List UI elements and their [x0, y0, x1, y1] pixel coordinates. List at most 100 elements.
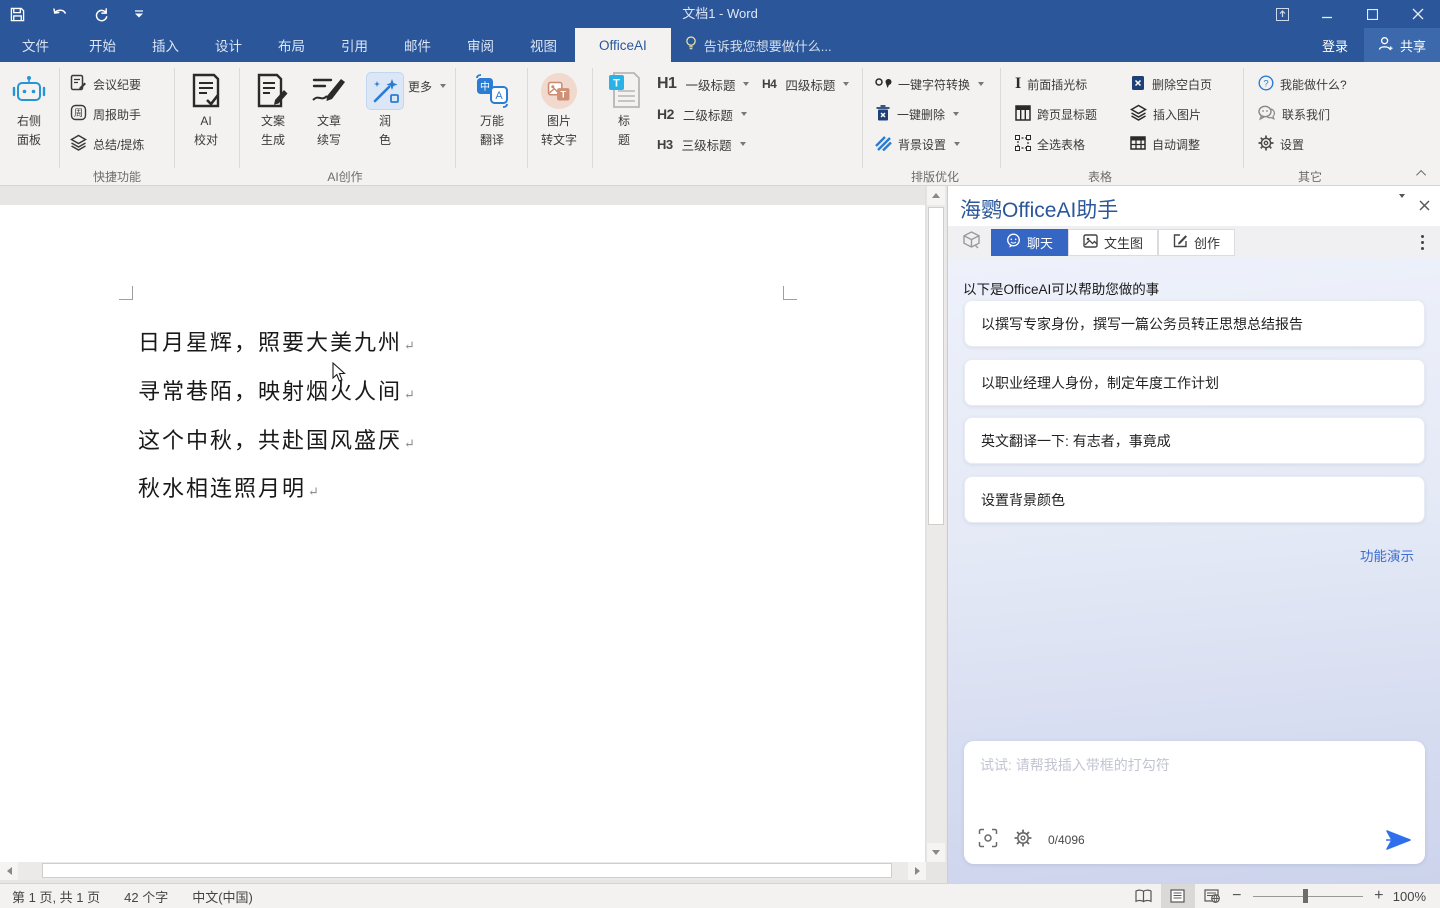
polish-button[interactable]: 润 色 [357, 66, 413, 162]
page-corner-mark [783, 286, 797, 300]
mouse-cursor [332, 362, 346, 388]
maximize-icon[interactable] [1350, 0, 1395, 28]
image-to-text-button[interactable]: T 图片 转文字 [529, 66, 589, 162]
background-settings-button[interactable]: 背景设置 [875, 132, 960, 156]
chat-input[interactable] [964, 741, 1425, 819]
document-line[interactable]: 秋水相连照月明↵ [138, 471, 319, 503]
zoom-percentage[interactable]: 100% [1387, 889, 1440, 904]
read-mode-button[interactable] [1127, 884, 1161, 908]
kebab-menu-icon[interactable] [1421, 235, 1424, 250]
tab-layout[interactable]: 布局 [260, 28, 323, 62]
dropdown-caret-icon [954, 142, 960, 146]
char-convert-button[interactable]: 一键字符转换 [875, 72, 984, 96]
suggestion-card[interactable]: 英文翻译一下: 有志者，事竟成 [964, 417, 1425, 464]
gear-icon[interactable] [1014, 829, 1032, 852]
scroll-down-button[interactable] [927, 843, 945, 862]
tab-insert[interactable]: 插入 [134, 28, 197, 62]
ribbon-display-options-icon[interactable] [1260, 0, 1305, 28]
feature-demo-link[interactable]: 功能演示 [1360, 545, 1414, 565]
group-label-quick: 快捷功能 [62, 168, 172, 185]
tab-review[interactable]: 审阅 [449, 28, 512, 62]
suggestion-card[interactable]: 设置背景颜色 [964, 476, 1425, 523]
heading1-button[interactable]: H1一级标题 [657, 72, 749, 96]
document-line[interactable]: 这个中秋，共赴国风盛厌↵ [138, 423, 415, 455]
tab-file[interactable]: 文件 [0, 28, 71, 62]
auto-fit-button[interactable]: 自动调整 [1130, 132, 1200, 156]
one-key-delete-button[interactable]: 一键删除 [875, 102, 959, 126]
collapse-ribbon-button[interactable] [1414, 166, 1430, 180]
repeat-header-button[interactable]: 跨页显标题 [1015, 102, 1097, 126]
panel-close-icon[interactable] [1419, 198, 1430, 216]
send-button[interactable] [1385, 830, 1411, 850]
text-cursor-icon: I [1015, 75, 1021, 93]
vertical-scroll-thumb[interactable] [928, 207, 944, 525]
tab-view[interactable]: 视图 [512, 28, 575, 62]
document-line[interactable]: 寻常巷陌，映射烟火人间↵ [138, 374, 415, 406]
insert-cursor-before-button[interactable]: I 前面插光标 [1015, 72, 1087, 96]
ai-proofread-button[interactable]: AI 校对 [178, 66, 234, 162]
suggestion-card[interactable]: 以职业经理人身份，制定年度工作计划 [964, 359, 1425, 406]
zoom-slider[interactable] [1253, 884, 1363, 908]
word-count[interactable]: 42 个字 [112, 887, 180, 906]
more-dropdown[interactable]: 更多 [408, 74, 446, 98]
panel-dropdown-caret-icon[interactable] [1397, 198, 1405, 216]
page-corner-mark [119, 286, 133, 300]
document-line[interactable]: 日月星辉，照要大美九州↵ [138, 325, 415, 357]
close-icon[interactable] [1395, 0, 1440, 28]
chat-bubble-icon [1006, 233, 1021, 251]
tab-chat[interactable]: 聊天 [991, 229, 1068, 256]
title-button[interactable]: T 标 题 [596, 66, 652, 162]
scroll-left-button[interactable] [0, 862, 18, 880]
suggestion-card[interactable]: 以撰写专家身份，撰写一篇公务员转正思想总结报告 [964, 300, 1425, 347]
screenshot-icon[interactable] [978, 828, 998, 853]
horizontal-scrollbar[interactable] [0, 862, 926, 880]
ribbon-tab-bar: 文件 开始 插入 设计 布局 引用 邮件 审阅 视图 OfficeAI 告诉我您… [0, 28, 1440, 62]
meeting-minutes-button[interactable]: 会议纪要 [70, 72, 141, 96]
web-layout-button[interactable] [1195, 884, 1229, 908]
cube-icon[interactable] [962, 231, 981, 254]
continue-writing-button[interactable]: 文章 续写 [301, 66, 357, 162]
tab-mailings[interactable]: 邮件 [386, 28, 449, 62]
vertical-scrollbar[interactable] [927, 186, 946, 862]
scroll-up-button[interactable] [927, 186, 945, 205]
svg-text:T: T [613, 78, 620, 90]
tab-text-to-image[interactable]: 文生图 [1068, 229, 1158, 256]
delete-blank-page-button[interactable]: 删除空白页 [1130, 72, 1212, 96]
login-button[interactable]: 登录 [1306, 36, 1364, 55]
page-indicator[interactable]: 第 1 页, 共 1 页 [0, 887, 112, 906]
dropdown-caret-icon [978, 82, 984, 86]
right-panel-button[interactable]: 右侧 面板 [1, 66, 57, 162]
paragraph-mark: ↵ [404, 339, 415, 354]
print-layout-button[interactable] [1161, 884, 1195, 908]
summarize-button[interactable]: 总结/提炼 [70, 132, 144, 156]
settings-button[interactable]: 设置 [1258, 132, 1304, 156]
tab-references[interactable]: 引用 [323, 28, 386, 62]
copywriting-button[interactable]: 文案 生成 [245, 66, 301, 162]
weekly-report-button[interactable]: 周 周报助手 [70, 102, 141, 126]
heading4-button[interactable]: H4四级标题 [762, 72, 849, 96]
zoom-out-button[interactable]: − [1229, 887, 1245, 905]
svg-text:A: A [495, 90, 503, 102]
tab-home[interactable]: 开始 [71, 28, 134, 62]
tab-design[interactable]: 设计 [197, 28, 260, 62]
heading3-button[interactable]: H3三级标题 [657, 132, 746, 156]
tell-me-box[interactable]: 告诉我您想要做什么... [671, 28, 846, 62]
tab-create[interactable]: 创作 [1158, 229, 1235, 256]
horizontal-scroll-thumb[interactable] [42, 863, 892, 878]
share-button[interactable]: 共享 [1364, 28, 1440, 62]
zoom-slider-thumb[interactable] [1303, 889, 1308, 903]
triangle-right-icon [915, 867, 920, 875]
minimize-icon[interactable] [1305, 0, 1350, 28]
zoom-in-button[interactable]: + [1371, 887, 1387, 905]
translate-button[interactable]: 中A 万能 翻译 [461, 66, 523, 162]
language-indicator[interactable]: 中文(中国) [180, 887, 265, 906]
what-can-i-do-button[interactable]: ? 我能做什么? [1258, 72, 1347, 96]
svg-text:中: 中 [480, 80, 490, 93]
select-table-button[interactable]: 全选表格 [1015, 132, 1085, 156]
heading2-button[interactable]: H2二级标题 [657, 102, 747, 126]
insert-image-button[interactable]: 插入图片 [1130, 102, 1201, 126]
document-area[interactable]: 日月星辉，照要大美九州↵ 寻常巷陌，映射烟火人间↵ 这个中秋，共赴国风盛厌↵ 秋… [0, 186, 926, 862]
contact-us-button[interactable]: 联系我们 [1258, 102, 1330, 126]
tab-officeai[interactable]: OfficeAI [575, 28, 671, 62]
scroll-right-button[interactable] [908, 862, 926, 880]
